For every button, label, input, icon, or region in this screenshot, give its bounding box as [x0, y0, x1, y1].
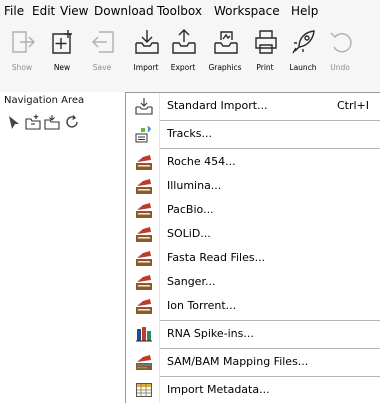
launch-icon: [292, 30, 315, 54]
undo-label: Undo: [330, 63, 350, 72]
graphics-button[interactable]: Graphics: [205, 26, 245, 84]
mapping-icon: [136, 355, 152, 370]
menu-item-label: PacBio...: [167, 203, 214, 216]
sequencer-icon: [136, 275, 152, 290]
sequencer-icon: [136, 155, 152, 170]
menu-item-tracks[interactable]: Tracks...: [126, 122, 380, 146]
import-menu: Standard Import... Ctrl+I Tracks... Roch…: [125, 92, 380, 403]
menu-item-standard-import[interactable]: Standard Import... Ctrl+I: [126, 94, 380, 118]
menu-separator: [160, 320, 380, 321]
new-button[interactable]: New: [42, 26, 82, 84]
save-icon: [92, 31, 114, 53]
refresh-icon[interactable]: [64, 114, 80, 130]
undo-button[interactable]: Undo: [320, 26, 360, 84]
print-icon: [255, 30, 277, 54]
menu-item-label: Standard Import...: [167, 99, 268, 112]
sequencer-icon: [136, 251, 152, 266]
undo-icon: [330, 32, 352, 53]
menu-item-pacbio[interactable]: PacBio...: [126, 198, 380, 222]
sequencer-icon: [136, 203, 152, 218]
menu-item-label: SOLiD...: [167, 227, 211, 240]
menu-separator: [160, 376, 380, 377]
menu-item-label: Import Metadata...: [167, 383, 270, 396]
new-folder-icon[interactable]: [25, 114, 41, 130]
menu-download[interactable]: Download: [94, 3, 154, 19]
navigation-title: Navigation Area: [4, 95, 85, 106]
rna-spike-icon: [136, 327, 152, 342]
menu-edit[interactable]: Edit: [32, 3, 55, 19]
toolbar: Show New Save Import Export Graphics Pri…: [0, 22, 380, 92]
sequencer-icon: [136, 227, 152, 242]
menu-item-shortcut: Ctrl+I: [336, 99, 369, 112]
print-button[interactable]: Print: [245, 26, 285, 84]
export-icon: [172, 29, 196, 54]
menu-file[interactable]: File: [4, 3, 24, 19]
menu-item-label: Tracks...: [167, 127, 213, 140]
import-folder-icon[interactable]: [44, 114, 60, 130]
graphics-icon: [214, 31, 238, 54]
show-button[interactable]: Show: [2, 26, 42, 84]
navigation-area: Navigation Area: [0, 92, 122, 402]
menu-bar: File Edit View Download Toolbox Workspac…: [0, 0, 380, 23]
menu-item-fasta-read-files[interactable]: Fasta Read Files...: [126, 246, 380, 270]
menu-item-import-metadata[interactable]: Import Metadata...: [126, 378, 380, 402]
menu-item-solid[interactable]: SOLiD...: [126, 222, 380, 246]
export-button[interactable]: Export: [163, 26, 203, 84]
menu-item-label: Fasta Read Files...: [167, 251, 266, 264]
menu-separator: [160, 120, 380, 121]
show-icon: [12, 31, 35, 53]
import-button[interactable]: Import: [126, 26, 166, 84]
sequencer-icon: [136, 179, 152, 194]
import-icon: [135, 30, 159, 54]
menu-item-sanger[interactable]: Sanger...: [126, 270, 380, 294]
menu-toolbox[interactable]: Toolbox: [157, 3, 202, 19]
import-icon: [135, 98, 153, 115]
menu-item-rna-spike-ins[interactable]: RNA Spike-ins...: [126, 322, 380, 346]
menu-item-label: Ion Torrent...: [167, 299, 237, 312]
launch-button[interactable]: Launch: [283, 26, 323, 84]
menu-item-label: SAM/BAM Mapping Files...: [167, 355, 309, 368]
new-icon: [52, 30, 72, 54]
save-button[interactable]: Save: [82, 26, 122, 84]
menu-item-label: Sanger...: [167, 275, 216, 288]
menu-help[interactable]: Help: [291, 3, 318, 19]
metadata-icon: [136, 383, 152, 397]
sequencer-icon: [136, 299, 152, 314]
menu-item-roche-454[interactable]: Roche 454...: [126, 150, 380, 174]
tracks-icon: [135, 126, 151, 143]
menu-separator: [160, 348, 380, 349]
menu-workspace[interactable]: Workspace: [214, 3, 280, 19]
menu-view[interactable]: View: [60, 3, 88, 19]
filter-icon[interactable]: [6, 114, 22, 130]
menu-item-ion-torrent[interactable]: Ion Torrent...: [126, 294, 380, 318]
menu-item-illumina[interactable]: Illumina...: [126, 174, 380, 198]
menu-item-label: Roche 454...: [167, 155, 236, 168]
menu-item-sam-bam-mapping-files[interactable]: SAM/BAM Mapping Files...: [126, 350, 380, 374]
menu-item-label: Illumina...: [167, 179, 222, 192]
menu-separator: [160, 148, 380, 149]
menu-item-label: RNA Spike-ins...: [167, 327, 254, 340]
